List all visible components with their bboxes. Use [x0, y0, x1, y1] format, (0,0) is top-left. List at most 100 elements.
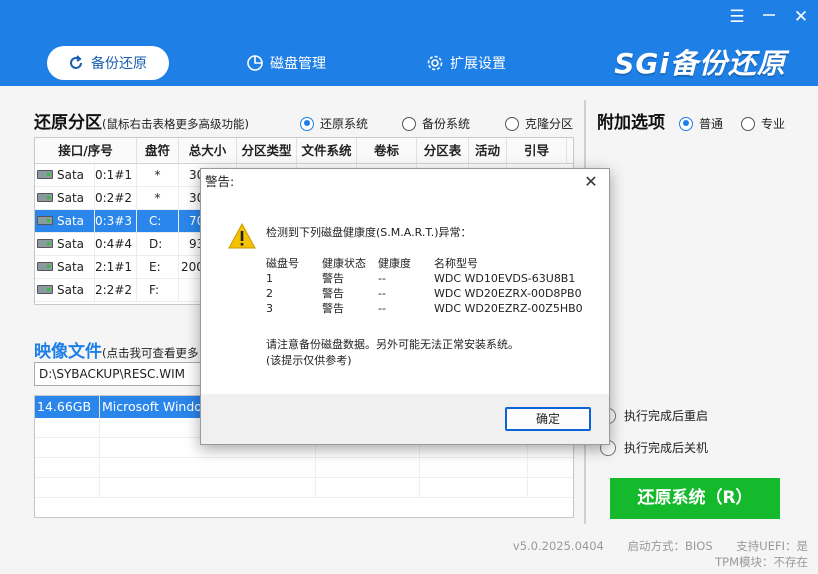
cell-drive: * [137, 164, 179, 186]
menu-button[interactable]: ☰ [724, 6, 750, 28]
reboot-after-option[interactable]: 执行完成后重启 [600, 407, 708, 424]
boot-mode-text: 启动方式：BIOS [627, 539, 713, 553]
tab-label: 磁盘管理 [270, 56, 326, 72]
shutdown-after-option[interactable]: 执行完成后关机 [600, 439, 708, 456]
col-header[interactable]: 总大小 [179, 138, 237, 163]
section-title-text: 映像文件 [34, 342, 102, 362]
col-header[interactable]: 分区类型 [237, 138, 297, 163]
list-filler [35, 458, 573, 478]
cell: 警告 [322, 287, 344, 300]
minimize-icon [763, 14, 775, 16]
smart-table-row: 1 警告 -- WDC WD10EVDS-63U8B1 [266, 271, 594, 286]
cell-iface: Sata [35, 256, 95, 278]
tab-extended-settings[interactable]: 扩展设置 [426, 46, 506, 80]
cell-drive: F: [137, 279, 179, 301]
radio-dot [505, 116, 519, 131]
cell-index: 0:2#2 [95, 187, 137, 209]
cell-index: 2:1#1 [95, 256, 137, 278]
cell-index: 0:4#4 [95, 233, 137, 255]
cell-iface: Sata [35, 187, 95, 209]
dialog-close-button[interactable]: ✕ [581, 172, 601, 192]
cell-drive: E: [137, 256, 179, 278]
radio-normal-mode[interactable]: 普通 [679, 115, 723, 132]
col-header: 健康度 [378, 257, 411, 270]
dialog-footer: 确定 [201, 394, 609, 444]
radio-label: 专业 [761, 117, 786, 131]
option-label: 执行完成后重启 [624, 409, 709, 423]
col-header[interactable]: 分区表 [417, 138, 469, 163]
tab-label: 备份还原 [91, 56, 147, 72]
radio-label: 克隆分区 [525, 117, 574, 131]
version-text: v5.0.2025.0404 [512, 539, 604, 553]
radio-label: 备份系统 [422, 117, 471, 131]
table-header: 接口/序号 盘符 总大小 分区类型 文件系统 卷标 分区表 活动 引导 [35, 138, 573, 164]
radio-dot [402, 116, 416, 131]
iface-text: Sata [57, 283, 85, 297]
section-subtitle: (点击我可查看更多 [102, 346, 199, 360]
hard-disk-icon [37, 170, 53, 179]
gear-icon [426, 54, 444, 72]
cell: -- [378, 287, 386, 300]
iface-text: Sata [57, 237, 85, 251]
cell: 1 [266, 272, 273, 285]
image-section-title[interactable]: 映像文件(点击我可查看更多 [34, 337, 199, 362]
cell: 警告 [322, 302, 344, 315]
status-footer: v5.0.2025.0404 启动方式：BIOS 支持UEFI：是 [513, 538, 808, 554]
list-filler [35, 478, 573, 498]
cell: -- [378, 302, 386, 315]
cell-index: 0:3#3 [95, 210, 137, 232]
cell-iface: Sata [35, 279, 95, 301]
ok-button[interactable]: 确定 [505, 407, 591, 431]
radio-dot [679, 116, 693, 131]
cell-iface: Sata [35, 164, 95, 186]
hard-disk-icon [37, 193, 53, 202]
dialog-body: 检测到下列磁盘健康度(S.M.A.R.T.)异常： 磁盘号 健康状态 健康度 名… [201, 196, 609, 394]
cell-drive: D: [137, 233, 179, 255]
brand-logo: SGi备份还原 [614, 47, 786, 80]
radio-dot [741, 116, 755, 131]
radio-restore-system[interactable]: 还原系统 [300, 115, 368, 132]
cell-image-name: Microsoft Windo [100, 396, 210, 418]
restore-system-button[interactable]: 还原系统（R） [610, 478, 780, 519]
pie-chart-icon [246, 54, 264, 72]
dialog-message: 检测到下列磁盘健康度(S.M.A.R.T.)异常： [266, 226, 472, 239]
col-header[interactable]: 引导 [507, 138, 567, 163]
option-label: 执行完成后关机 [624, 441, 709, 455]
col-header: 名称型号 [434, 257, 478, 270]
cell-iface: Sata [35, 233, 95, 255]
hard-disk-icon [37, 285, 53, 294]
minimize-button[interactable] [756, 6, 782, 28]
close-button[interactable]: ✕ [788, 6, 814, 28]
col-header[interactable]: 卷标 [357, 138, 417, 163]
col-header: 健康状态 [322, 257, 366, 270]
hard-disk-icon [37, 216, 53, 225]
col-header[interactable]: 文件系统 [297, 138, 357, 163]
options-title: 附加选项 [597, 113, 665, 133]
cell: 3 [266, 302, 273, 315]
radio-pro-mode[interactable]: 专业 [741, 115, 785, 132]
col-header[interactable]: 盘符 [137, 138, 179, 163]
dialog-note: 请注意备份磁盘数据。另外可能无法正常安装系统。 [266, 338, 519, 351]
col-header[interactable]: 接口/序号 [35, 138, 137, 163]
tpm-status: TPM模块：不存在 [715, 555, 808, 569]
smart-table: 磁盘号 健康状态 健康度 名称型号 1 警告 -- WDC WD10EVDS-6… [266, 256, 594, 316]
cell: 2 [266, 287, 273, 300]
hard-disk-icon [37, 262, 53, 271]
radio-backup-system[interactable]: 备份系统 [402, 115, 470, 132]
radio-label: 还原系统 [320, 117, 369, 131]
radio-dot [300, 116, 314, 131]
uefi-text: 支持UEFI：是 [736, 539, 808, 553]
col-header[interactable]: 活动 [469, 138, 507, 163]
cell-iface: Sata [35, 210, 95, 232]
radio-label: 普通 [699, 117, 724, 131]
iface-text: Sata [57, 168, 85, 182]
restore-section-title: 还原分区(鼠标右击表格更多高级功能) [34, 108, 249, 133]
tab-backup-restore[interactable]: 备份还原 [47, 46, 169, 80]
iface-text: Sata [57, 260, 85, 274]
col-header: 磁盘号 [266, 257, 299, 270]
radio-clone-partition[interactable]: 克隆分区 [505, 115, 573, 132]
cell: WDC WD20EZRX-00D8PB0 [434, 287, 582, 300]
section-title-text: 还原分区 [34, 113, 102, 133]
tab-disk-management[interactable]: 磁盘管理 [246, 46, 326, 80]
warning-icon [227, 222, 257, 253]
